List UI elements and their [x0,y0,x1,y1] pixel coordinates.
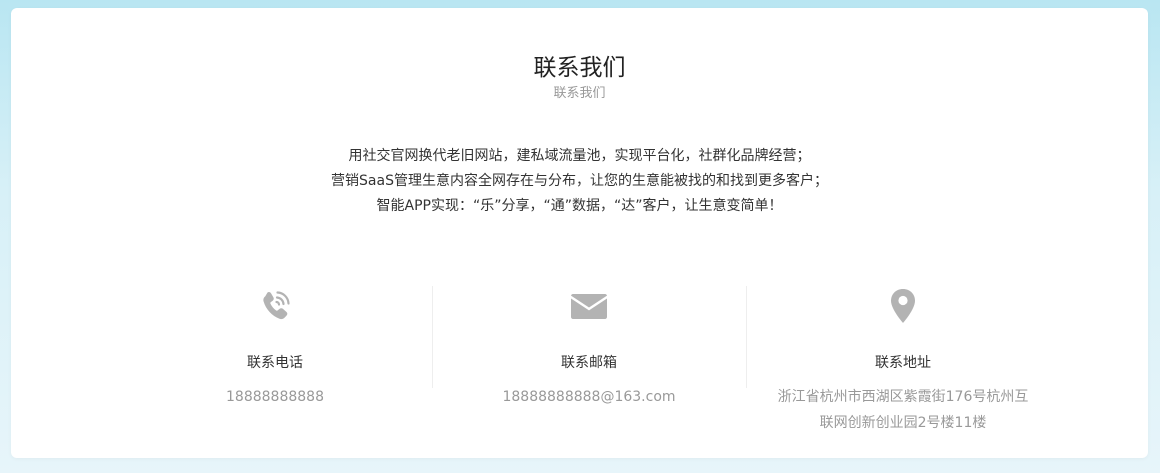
section-subtitle: 联系我们 [553,86,606,101]
address-label: 联系地址 [875,355,931,371]
phone-icon [255,286,295,326]
address-value: 浙江省杭州市西湖区紫霞街176号杭州互联网创新创业园2号楼11楼 [777,389,1029,431]
intro-line: 智能APP实现：“乐”分享，“通”数据，“达”客户，让生意变简单！ [376,198,783,214]
phone-label: 联系电话 [247,355,303,371]
email-label: 联系邮箱 [561,355,617,371]
section-title: 联系我们 [533,55,626,81]
contact-phone: 联系电话 18888888888 [118,278,432,438]
address-value-wrap: 浙江省杭州市西湖区紫霞街176号杭州互联网创新创业园2号楼11楼 [746,384,1060,436]
location-pin-icon [883,286,923,326]
phone-value[interactable]: 18888888888 [118,384,432,410]
intro-line: 营销SaaS管理生意内容全网存在与分布，让您的生意能被找的和找到更多客户； [331,173,828,189]
contact-card: 联系我们 联系我们 用社交官网换代老旧网站，建私域流量池，实现平台化，社群化品牌… [11,8,1148,458]
intro-text: 用社交官网换代老旧网站，建私域流量池，实现平台化，社群化品牌经营； 营销SaaS… [11,144,1148,219]
contact-email: 联系邮箱 18888888888@163.com [432,278,746,438]
email-value[interactable]: 18888888888@163.com [432,384,746,410]
intro-line: 用社交官网换代老旧网站，建私域流量池，实现平台化，社群化品牌经营； [348,148,811,164]
contact-columns: 联系电话 18888888888 联系邮箱 18888888888@163.co… [118,278,1060,438]
contact-address: 联系地址 浙江省杭州市西湖区紫霞街176号杭州互联网创新创业园2号楼11楼 [746,278,1060,438]
mail-icon [569,286,609,326]
